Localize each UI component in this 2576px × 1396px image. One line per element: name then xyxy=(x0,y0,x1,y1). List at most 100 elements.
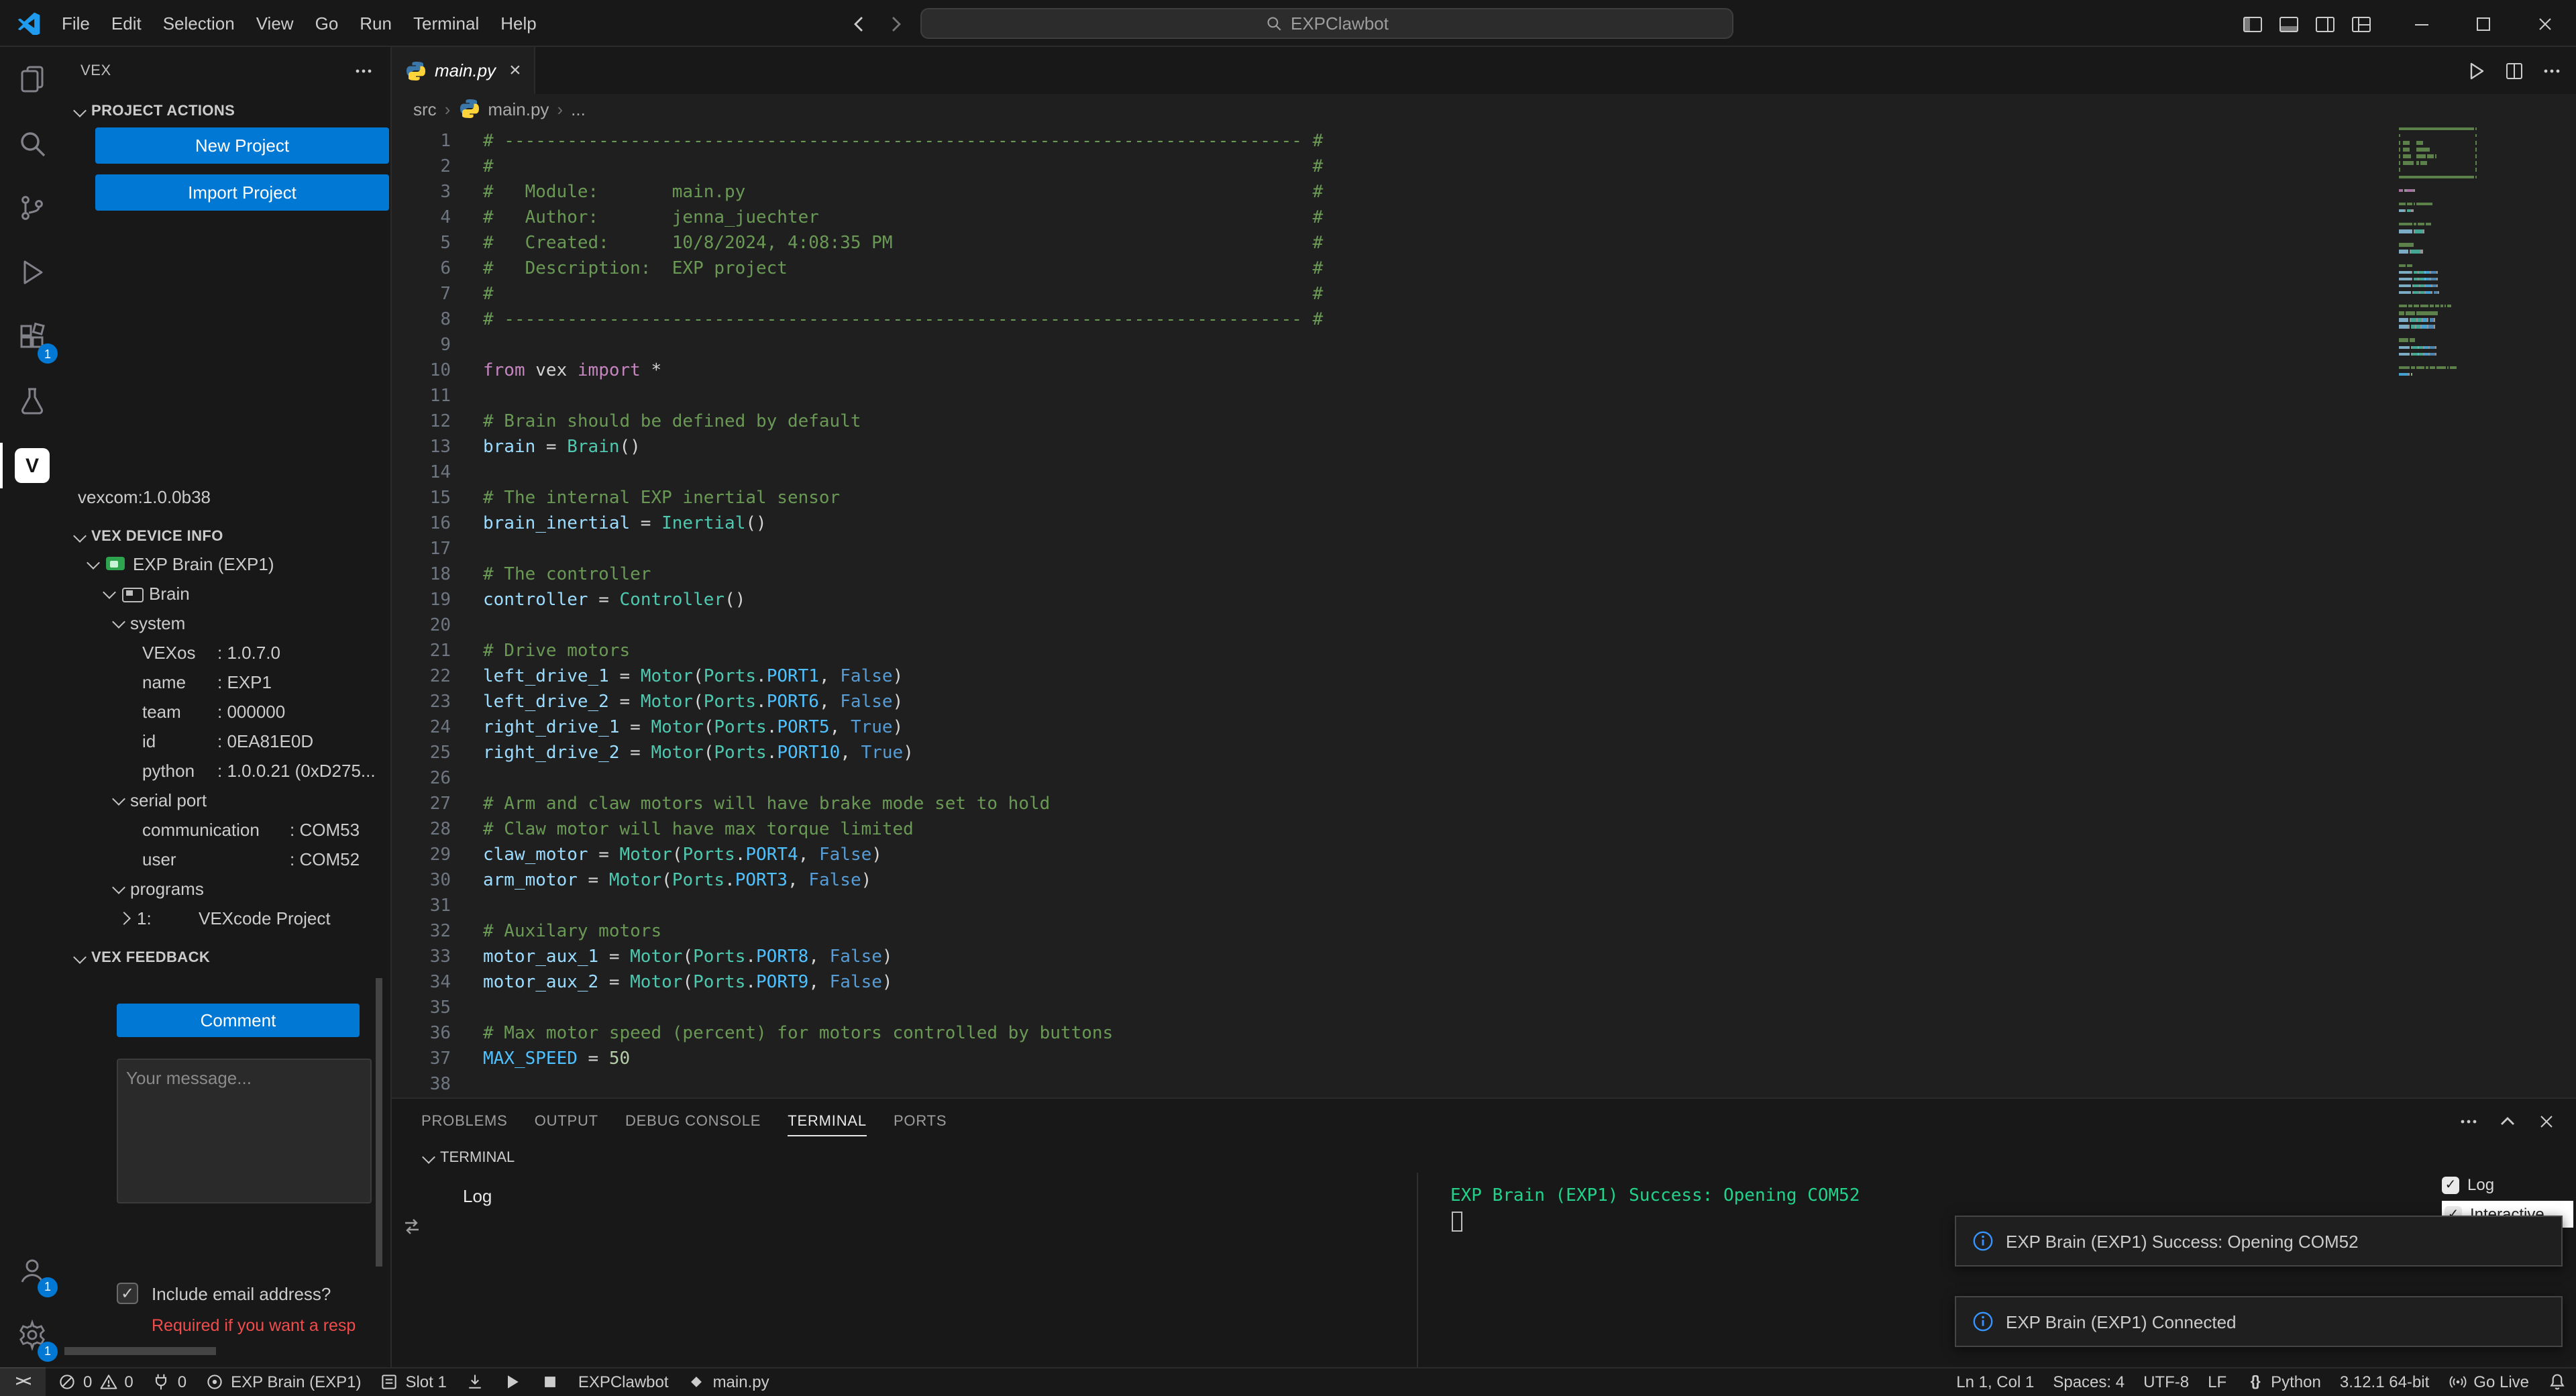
menu-selection[interactable]: Selection xyxy=(152,0,246,46)
code-line[interactable]: 17 xyxy=(392,537,2402,562)
tree-item-serial-port[interactable]: serial port xyxy=(64,785,390,814)
tree-item-name[interactable]: name: EXP1 xyxy=(64,667,390,696)
status-remote[interactable]: >< xyxy=(0,1367,46,1396)
status-indentation[interactable]: Spaces: 4 xyxy=(2043,1367,2134,1396)
notification-toast[interactable]: EXP Brain (EXP1) Success: Opening COM52 xyxy=(1955,1216,2563,1267)
breadcrumb-folder[interactable]: src xyxy=(413,99,437,119)
panel-tab-problems[interactable]: PROBLEMS xyxy=(408,1099,521,1143)
more-actions-icon[interactable] xyxy=(353,60,374,81)
code-editor[interactable]: 1# -------------------------------------… xyxy=(392,123,2402,1097)
activity-settings[interactable]: 1 xyxy=(0,1302,64,1366)
section-feedback[interactable]: VEX FEEDBACK xyxy=(64,943,390,973)
minimize-button[interactable] xyxy=(2391,0,2453,47)
menu-run[interactable]: Run xyxy=(349,0,402,46)
chevron-up-icon[interactable] xyxy=(2497,1110,2518,1132)
menu-terminal[interactable]: Terminal xyxy=(402,0,490,46)
activity-run-and-debug[interactable] xyxy=(0,240,64,305)
status-vex-slot[interactable]: Slot 1 xyxy=(370,1367,455,1396)
comment-button[interactable]: Comment xyxy=(117,1004,360,1037)
code-line[interactable]: 9 xyxy=(392,333,2402,358)
code-line[interactable]: 15# The internal EXP inertial sensor xyxy=(392,486,2402,511)
tree-item-brain[interactable]: Brain xyxy=(64,578,390,608)
code-line[interactable]: 34motor_aux_2 = Motor(Ports.PORT9, False… xyxy=(392,970,2402,996)
code-line[interactable]: 22left_drive_1 = Motor(Ports.PORT1, Fals… xyxy=(392,664,2402,690)
terminal-swap-icon[interactable] xyxy=(401,1216,423,1237)
run-file-icon[interactable] xyxy=(2466,60,2487,81)
close-button[interactable] xyxy=(2514,0,2576,47)
code-line[interactable]: 29claw_motor = Motor(Ports.PORT4, False) xyxy=(392,843,2402,868)
terminal-split-divider[interactable] xyxy=(1417,1173,1418,1366)
status-go-live[interactable]: Go Live xyxy=(2438,1367,2538,1396)
panel-tab-ports[interactable]: PORTS xyxy=(880,1099,960,1143)
tree-item-vexos[interactable]: VEXos: 1.0.7.0 xyxy=(64,637,390,667)
tab-main-py[interactable]: main.py× xyxy=(392,47,536,94)
status-cursor-position[interactable]: Ln 1, Col 1 xyxy=(1947,1367,2043,1396)
activity-extensions[interactable]: 1 xyxy=(0,305,64,369)
code-line[interactable]: 26 xyxy=(392,766,2402,792)
code-line[interactable]: 23left_drive_2 = Motor(Ports.PORT6, Fals… xyxy=(392,690,2402,715)
layout-panel-icon[interactable] xyxy=(2278,13,2300,34)
code-line[interactable]: 19controller = Controller() xyxy=(392,588,2402,613)
code-line[interactable]: 11 xyxy=(392,384,2402,409)
panel-tab-terminal[interactable]: TERMINAL xyxy=(774,1099,880,1143)
menu-go[interactable]: Go xyxy=(305,0,350,46)
split-editor-icon[interactable] xyxy=(2504,60,2525,81)
menu-edit[interactable]: Edit xyxy=(101,0,152,46)
code-line[interactable]: 36# Max motor speed (percent) for motors… xyxy=(392,1021,2402,1046)
status-eol[interactable]: LF xyxy=(2198,1367,2236,1396)
status-problems[interactable]: 00 xyxy=(48,1367,143,1396)
breadcrumb-symbol[interactable]: ... xyxy=(571,99,586,119)
status-language-mode[interactable]: {}Python xyxy=(2236,1367,2330,1396)
panel-tab-output[interactable]: OUTPUT xyxy=(521,1099,612,1143)
notification-toast[interactable]: EXP Brain (EXP1) Connected xyxy=(1955,1296,2563,1347)
activity-explorer[interactable] xyxy=(0,47,64,111)
status-ports[interactable]: 0 xyxy=(143,1367,196,1396)
activity-source-control[interactable] xyxy=(0,176,64,240)
code-line[interactable]: 16brain_inertial = Inertial() xyxy=(392,511,2402,537)
checkbox-icon[interactable]: ✓ xyxy=(2442,1176,2459,1193)
terminal-log-tab[interactable]: Log xyxy=(463,1186,492,1206)
section-device-info[interactable]: VEX DEVICE INFO xyxy=(64,522,390,551)
feedback-message-input[interactable] xyxy=(117,1059,372,1203)
code-line[interactable]: 8# -------------------------------------… xyxy=(392,307,2402,333)
status-encoding[interactable]: UTF-8 xyxy=(2134,1367,2198,1396)
code-line[interactable]: 21# Drive motors xyxy=(392,639,2402,664)
code-line[interactable]: 5# Created: 10/8/2024, 4:08:35 PM # xyxy=(392,231,2402,256)
tree-item-user[interactable]: user: COM52 xyxy=(64,844,390,873)
tree-item-1[interactable]: 1:VEXcode Project xyxy=(64,903,390,932)
tree-item-programs[interactable]: programs xyxy=(64,873,390,903)
status-active-file[interactable]: main.py xyxy=(678,1367,779,1396)
menu-view[interactable]: View xyxy=(246,0,305,46)
layout-sidebar-left-icon[interactable] xyxy=(2242,13,2263,34)
code-line[interactable]: 27# Arm and claw motors will have brake … xyxy=(392,792,2402,817)
status-python-version[interactable]: 3.12.1 64-bit xyxy=(2330,1367,2438,1396)
code-line[interactable]: 13brain = Brain() xyxy=(392,435,2402,460)
tree-item-communication[interactable]: communication: COM53 xyxy=(64,814,390,844)
code-line[interactable]: 7# # xyxy=(392,282,2402,307)
more-icon[interactable] xyxy=(2541,60,2563,81)
code-line[interactable]: 32# Auxilary motors xyxy=(392,919,2402,945)
status-vex-stop[interactable] xyxy=(531,1367,569,1396)
tree-item-python[interactable]: python: 1.0.0.21 (0xD275... xyxy=(64,755,390,785)
code-line[interactable]: 12# Brain should be defined by default xyxy=(392,409,2402,435)
menu-file[interactable]: File xyxy=(51,0,101,46)
status-vex-download[interactable] xyxy=(456,1367,494,1396)
tree-item-team[interactable]: team: 000000 xyxy=(64,696,390,726)
code-line[interactable]: 10from vex import * xyxy=(392,358,2402,384)
terminal-section-header[interactable]: TERMINAL xyxy=(392,1143,2576,1173)
code-line[interactable]: 14 xyxy=(392,460,2402,486)
tree-item-system[interactable]: system xyxy=(64,608,390,637)
command-center[interactable]: EXPClawbot xyxy=(920,8,1733,39)
tree-item-id[interactable]: id: 0EA81E0D xyxy=(64,726,390,755)
code-line[interactable]: 33motor_aux_1 = Motor(Ports.PORT8, False… xyxy=(392,945,2402,970)
sidebar-vertical-scrollbar[interactable] xyxy=(376,978,382,1267)
code-line[interactable]: 6# Description: EXP project # xyxy=(392,256,2402,282)
code-line[interactable]: 2# # xyxy=(392,154,2402,180)
code-line[interactable]: 4# Author: jenna_juechter # xyxy=(392,205,2402,231)
email-checkbox[interactable]: ✓ xyxy=(117,1283,138,1304)
section-project-actions[interactable]: PROJECT ACTIONS xyxy=(64,97,390,126)
close-icon[interactable] xyxy=(2536,1110,2557,1132)
activity-search[interactable] xyxy=(0,111,64,176)
layout-sidebar-right-icon[interactable] xyxy=(2314,13,2336,34)
code-line[interactable]: 3# Module: main.py # xyxy=(392,180,2402,205)
